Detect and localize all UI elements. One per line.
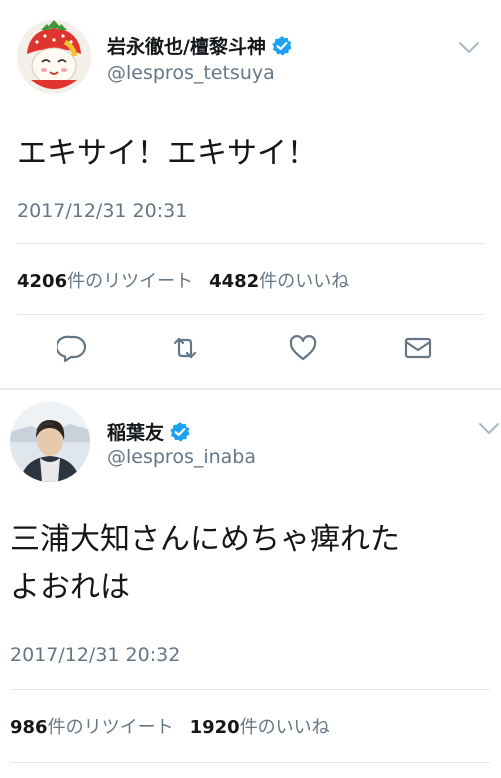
tweet-timestamp[interactable]: 2017/12/31 20:32 — [10, 644, 180, 666]
like-stat[interactable]: 4482 件のいいね — [209, 267, 349, 293]
tweet-text: 三浦大知さんにめちゃ痺れた よおれは — [10, 516, 400, 612]
message-icon[interactable] — [403, 333, 433, 363]
chevron-down-icon[interactable] — [478, 422, 500, 436]
tweet-card-1: 岩永徹也/檀黎斗神 @lespros_tetsuya エキサイ！エキサイ！ 20… — [0, 0, 501, 390]
like-icon[interactable] — [288, 333, 318, 363]
display-name[interactable]: 稲葉友 — [107, 418, 164, 445]
verified-badge-icon — [170, 421, 190, 442]
like-label: 件のいいね — [259, 271, 350, 292]
tweet-card-2: 稲葉友 @lespros_inaba 三浦大知さんにめちゃ痺れた よおれは 20… — [0, 390, 501, 778]
retweet-stat[interactable]: 986 件のリツイート — [10, 713, 174, 739]
user-handle[interactable]: @lespros_tetsuya — [107, 62, 275, 84]
user-handle[interactable]: @lespros_inaba — [107, 446, 256, 468]
divider — [17, 243, 484, 244]
like-count: 1920 — [189, 717, 240, 738]
tweet-timestamp[interactable]: 2017/12/31 20:31 — [17, 200, 187, 222]
avatar[interactable] — [10, 402, 90, 482]
like-label: 件のいいね — [239, 717, 330, 738]
tweet-stats: 4206 件のリツイート 4482 件のいいね — [17, 267, 365, 293]
tweet-text-line: 三浦大知さんにめちゃ痺れた — [10, 522, 400, 557]
retweet-count: 986 — [10, 717, 48, 738]
divider — [17, 314, 484, 315]
person-photo-icon — [10, 402, 90, 482]
reply-icon[interactable] — [57, 333, 87, 363]
avatar[interactable] — [17, 20, 91, 94]
tweet-stats: 986 件のリツイート 1920 件のいいね — [10, 713, 346, 739]
retweet-count: 4206 — [17, 271, 68, 292]
tweet-text-line: よおれは — [10, 570, 130, 605]
verified-badge-icon — [272, 35, 292, 56]
display-name[interactable]: 岩永徹也/檀黎斗神 — [107, 32, 266, 59]
strawberry-character-icon — [17, 20, 91, 94]
retweet-label: 件のリツイート — [67, 271, 194, 292]
divider — [10, 689, 490, 690]
like-stat[interactable]: 1920 件のいいね — [190, 713, 330, 739]
like-count: 4482 — [209, 271, 260, 292]
retweet-icon[interactable] — [170, 333, 200, 363]
tweet-text: エキサイ！エキサイ！ — [17, 136, 317, 171]
retweet-stat[interactable]: 4206 件のリツイート — [17, 267, 193, 293]
chevron-down-icon[interactable] — [458, 41, 480, 55]
retweet-label: 件のリツイート — [47, 717, 174, 738]
divider — [10, 762, 490, 763]
